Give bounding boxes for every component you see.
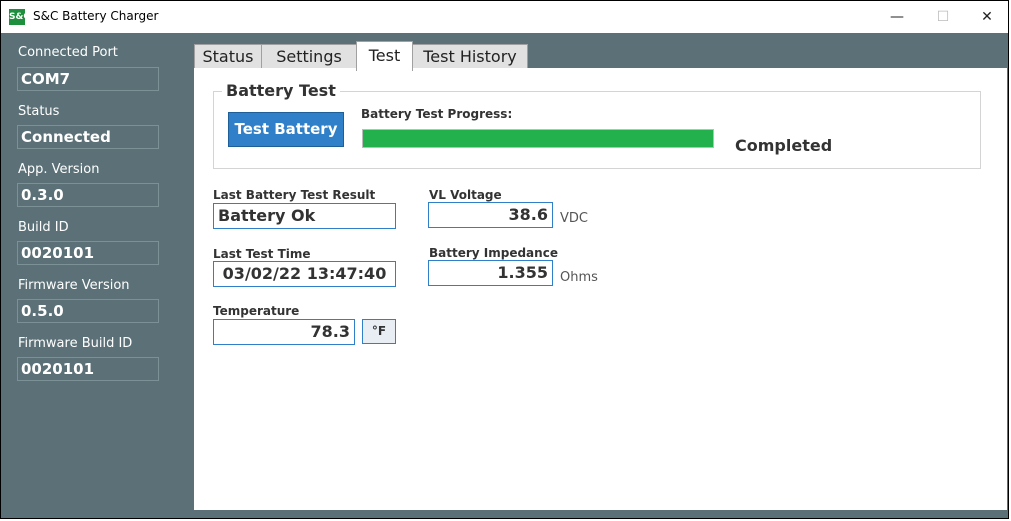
close-button[interactable]: ✕ — [972, 5, 1002, 29]
status-value: Connected — [17, 125, 159, 149]
connected-port-label: Connected Port — [18, 45, 118, 60]
app-window: S&C S&C Battery Charger — ☐ ✕ Connected … — [0, 0, 1009, 519]
progress-status: Completed — [735, 136, 833, 155]
temperature-unit-toggle-button[interactable]: °F — [362, 319, 396, 344]
progress-bar-fill — [363, 130, 713, 147]
battery-test-progress-bar — [362, 129, 714, 148]
vl-voltage-label: VL Voltage — [429, 188, 502, 202]
app-version-label: App. Version — [18, 162, 100, 177]
firmware-version-label: Firmware Version — [18, 278, 130, 293]
vl-voltage-field: 38.6 — [428, 202, 553, 228]
status-label: Status — [18, 104, 60, 119]
firmware-build-id-label: Firmware Build ID — [18, 336, 133, 351]
tab-test-history[interactable]: Test History — [412, 44, 528, 69]
build-id-value: 0020101 — [17, 241, 159, 265]
window-title: S&C Battery Charger — [33, 9, 159, 23]
last-test-time-label: Last Test Time — [213, 247, 311, 261]
battery-impedance-label: Battery Impedance — [429, 246, 558, 260]
battery-test-group-title: Battery Test — [222, 81, 340, 100]
vl-voltage-unit: VDC — [560, 211, 588, 226]
firmware-build-id-value: 0020101 — [17, 357, 159, 381]
last-test-time-field: 03/02/22 13:47:40 — [213, 261, 396, 287]
app-version-value: 0.3.0 — [17, 183, 159, 207]
connected-port-value: COM7 — [17, 67, 159, 91]
temperature-label: Temperature — [213, 304, 300, 318]
build-id-label: Build ID — [18, 220, 69, 235]
progress-label: Battery Test Progress: — [361, 107, 513, 121]
test-tab-content: Battery Test Test Battery Battery Test P… — [194, 68, 1007, 510]
tab-settings[interactable]: Settings — [261, 44, 357, 69]
temperature-field: 78.3 — [213, 319, 355, 345]
maximize-button[interactable]: ☐ — [928, 5, 958, 29]
tab-status[interactable]: Status — [194, 44, 262, 69]
test-battery-button[interactable]: Test Battery — [228, 112, 344, 147]
battery-test-group: Battery Test Test Battery Battery Test P… — [213, 81, 981, 169]
firmware-version-value: 0.5.0 — [17, 299, 159, 323]
main-panel: Status Settings Test Test History Batter… — [186, 33, 1008, 518]
battery-impedance-field: 1.355 — [428, 260, 553, 286]
last-result-label: Last Battery Test Result — [213, 188, 376, 202]
minimize-button[interactable]: — — [882, 5, 912, 29]
tab-test[interactable]: Test — [356, 41, 413, 71]
battery-impedance-unit: Ohms — [560, 270, 598, 285]
last-result-field: Battery Ok — [213, 203, 396, 229]
title-bar[interactable]: S&C S&C Battery Charger — ☐ ✕ — [1, 1, 1008, 33]
app-logo-icon: S&C — [9, 9, 30, 25]
sidebar: Connected Port COM7 Status Connected App… — [1, 33, 186, 518]
